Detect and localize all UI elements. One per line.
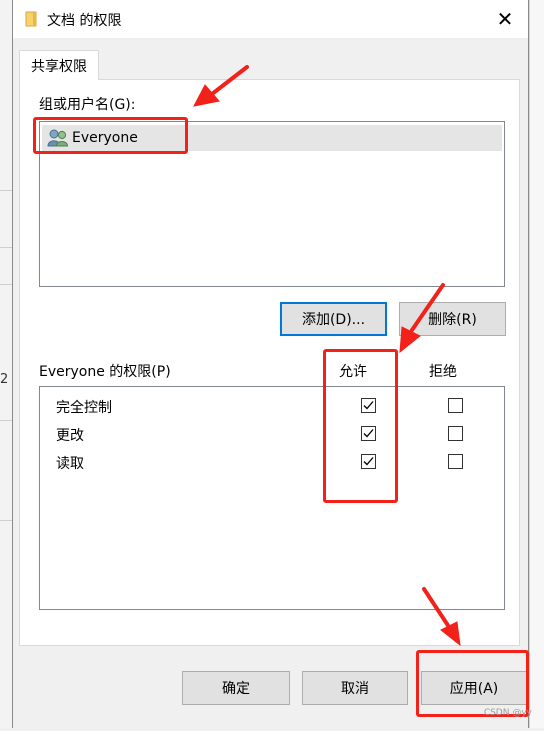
- permissions-list: 完全控制 更改 读取: [39, 386, 505, 610]
- group-label: 组或用户名(G):: [39, 97, 136, 113]
- permissions-label: Everyone 的权限(P): [39, 364, 171, 380]
- allow-checkbox[interactable]: [361, 398, 376, 413]
- deny-checkbox[interactable]: [448, 454, 463, 469]
- add-button-label: 添加(D)...: [301, 312, 366, 328]
- background-text: 2: [0, 372, 9, 387]
- allow-checkbox[interactable]: [361, 426, 376, 441]
- allow-checkbox[interactable]: [361, 454, 376, 469]
- background-window-right: [529, 0, 544, 728]
- list-item[interactable]: Everyone: [42, 125, 502, 151]
- user-name: Everyone: [72, 130, 138, 146]
- permission-name: 更改: [56, 428, 84, 444]
- tab-share-permissions[interactable]: 共享权限: [19, 50, 99, 80]
- permissions-dialog: 文档 的权限 ✕ 共享权限 组或用户名(G): Everyone 添加(D)..…: [12, 0, 529, 728]
- title-bar: 文档 的权限 ✕: [13, 0, 528, 38]
- close-button[interactable]: ✕: [482, 0, 528, 38]
- ok-button[interactable]: 确定: [182, 671, 290, 705]
- deny-header: 拒绝: [429, 364, 457, 380]
- divider: [0, 247, 12, 248]
- permission-row-full-control: 完全控制: [40, 393, 506, 421]
- allow-header: 允许: [339, 364, 367, 380]
- apply-button[interactable]: 应用(A): [421, 671, 527, 705]
- ok-button-label: 确定: [222, 681, 250, 697]
- cancel-button[interactable]: 取消: [302, 671, 408, 705]
- watermark: CSDN @yy: [483, 708, 532, 718]
- window-title: 文档 的权限: [47, 13, 122, 29]
- close-icon: ✕: [496, 7, 514, 31]
- user-listbox[interactable]: Everyone: [39, 121, 505, 287]
- apply-button-label: 应用(A): [449, 681, 499, 697]
- remove-button-label: 删除(R): [428, 312, 477, 328]
- deny-checkbox[interactable]: [448, 398, 463, 413]
- divider: [0, 190, 12, 191]
- folder-icon: [25, 11, 37, 27]
- check-icon: [363, 429, 374, 438]
- cancel-button-label: 取消: [341, 681, 369, 697]
- divider: [0, 284, 12, 285]
- deny-checkbox[interactable]: [448, 426, 463, 441]
- check-icon: [363, 457, 374, 466]
- permission-name: 完全控制: [56, 400, 112, 416]
- divider: [0, 420, 12, 421]
- check-icon: [363, 401, 374, 410]
- remove-button[interactable]: 删除(R): [399, 302, 506, 336]
- users-icon: [47, 129, 69, 147]
- add-button[interactable]: 添加(D)...: [280, 302, 387, 336]
- divider: [0, 520, 12, 521]
- permission-name: 读取: [56, 456, 84, 472]
- permission-row-change: 更改: [40, 421, 506, 449]
- tab-label: 共享权限: [31, 58, 87, 75]
- permission-row-read: 读取: [40, 449, 506, 477]
